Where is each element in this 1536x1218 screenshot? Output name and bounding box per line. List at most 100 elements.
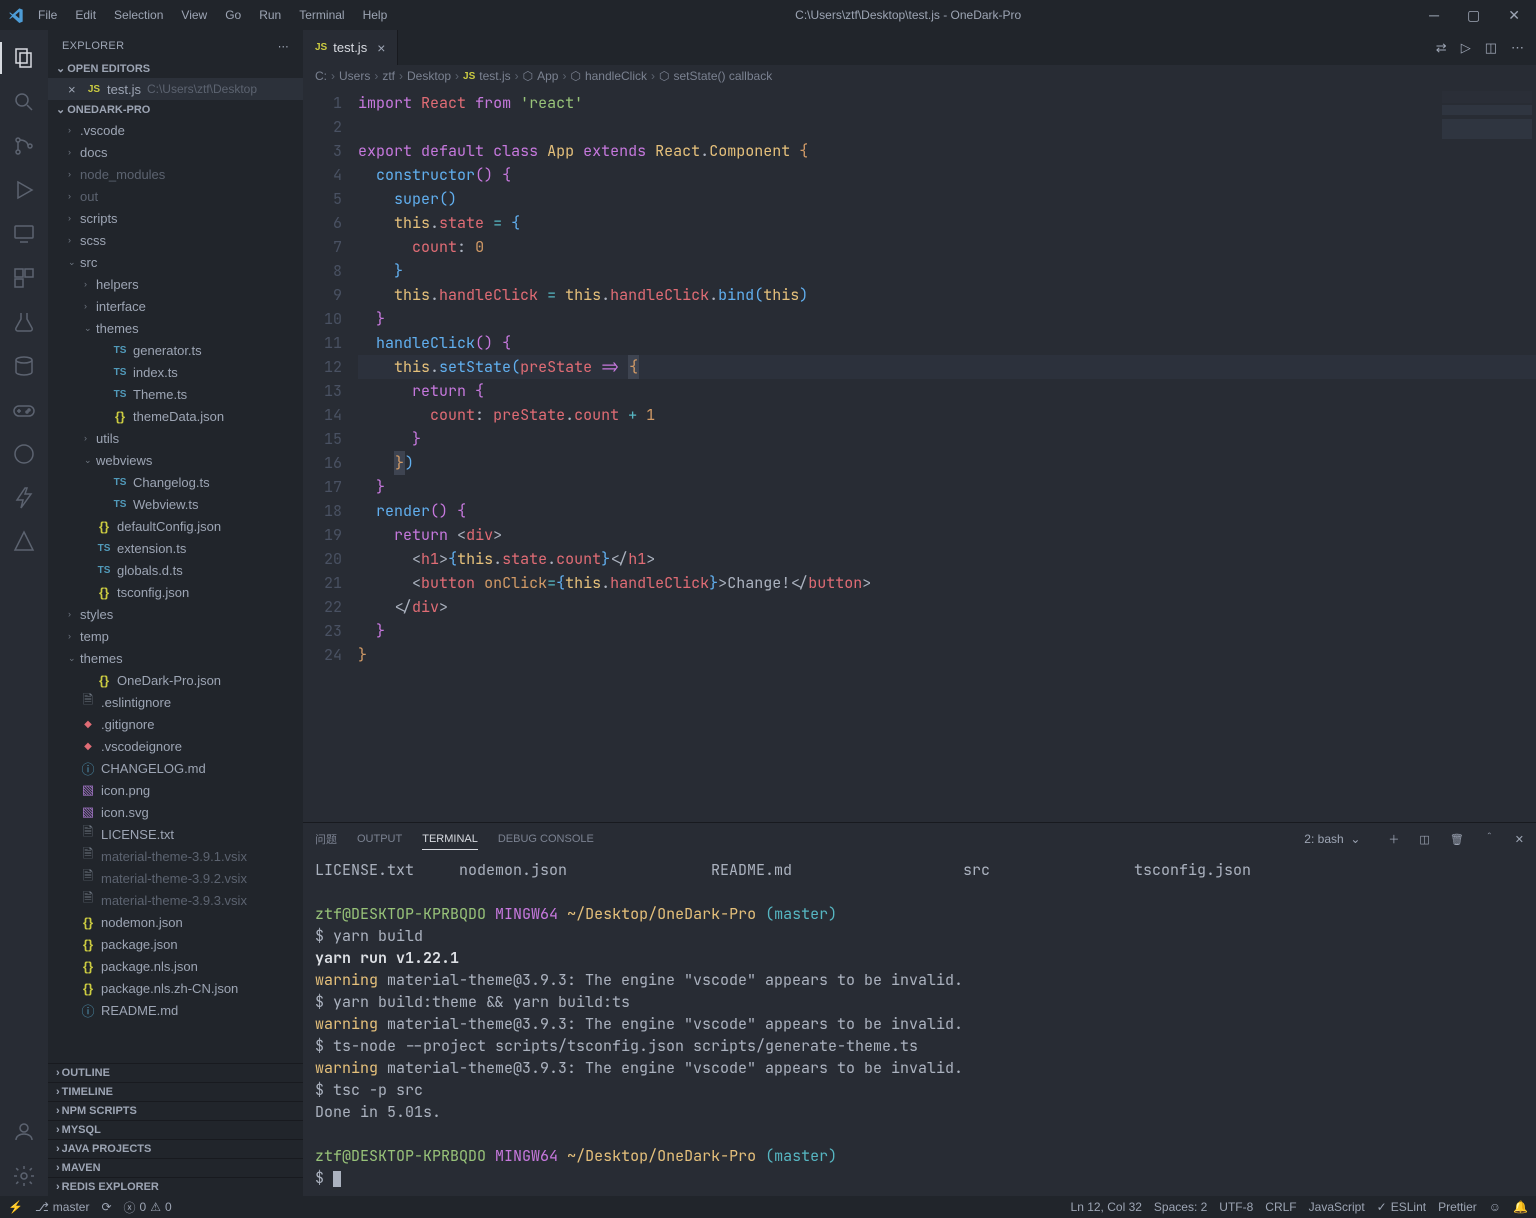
activity-azure[interactable] xyxy=(0,522,48,562)
file-item[interactable]: {}package.nls.zh-CN.json xyxy=(48,977,303,999)
activity-edge[interactable] xyxy=(0,434,48,474)
compare-changes-icon[interactable]: ⇄ xyxy=(1436,40,1447,56)
status-branch[interactable]: ⎇ master xyxy=(35,1200,90,1214)
status-prettier[interactable]: Prettier xyxy=(1438,1200,1477,1214)
collapsed-panel[interactable]: ›TIMELINE xyxy=(48,1082,303,1101)
collapsed-panel[interactable]: ›MYSQL xyxy=(48,1120,303,1139)
folder-item[interactable]: ⌄webviews xyxy=(48,449,303,471)
editor[interactable]: 123456789101112131415161718192021222324 … xyxy=(303,87,1536,822)
menu-selection[interactable]: Selection xyxy=(106,4,171,26)
activity-explorer[interactable] xyxy=(0,38,48,78)
folder-item[interactable]: ›scss xyxy=(48,229,303,251)
terminal-content[interactable]: LICENSE.txt nodemon.json README.md src t… xyxy=(303,855,1536,1196)
activity-scm[interactable] xyxy=(0,126,48,166)
folder-item[interactable]: ›.vscode xyxy=(48,119,303,141)
file-item[interactable]: {}tsconfig.json xyxy=(48,581,303,603)
collapsed-panel[interactable]: ›REDIS EXPLORER xyxy=(48,1177,303,1196)
tab-close-icon[interactable]: × xyxy=(377,40,385,56)
collapsed-panel[interactable]: ›NPM SCRIPTS xyxy=(48,1101,303,1120)
folder-item[interactable]: ⌄src xyxy=(48,251,303,273)
file-item[interactable]: {}package.nls.json xyxy=(48,955,303,977)
file-item[interactable]: ▧icon.png xyxy=(48,779,303,801)
activity-search[interactable] xyxy=(0,82,48,122)
menu-view[interactable]: View xyxy=(173,4,215,26)
file-item[interactable]: ◆.vscodeignore xyxy=(48,735,303,757)
file-item[interactable]: ▧icon.svg xyxy=(48,801,303,823)
status-bell-icon[interactable]: 🔔 xyxy=(1513,1200,1528,1214)
code-area[interactable]: import React from 'react'export default … xyxy=(358,87,1536,822)
status-feedback-icon[interactable]: ☺ xyxy=(1489,1200,1501,1214)
menu-help[interactable]: Help xyxy=(355,4,396,26)
file-item[interactable]: TSextension.ts xyxy=(48,537,303,559)
file-item[interactable]: 🗎.eslintignore xyxy=(48,691,303,713)
editor-tab-testjs[interactable]: JS test.js × xyxy=(303,30,398,65)
file-item[interactable]: {}nodemon.json xyxy=(48,911,303,933)
folder-item[interactable]: ›utils xyxy=(48,427,303,449)
status-problems[interactable]: ⓧ 0 ⚠ 0 xyxy=(124,1199,172,1216)
folder-item[interactable]: ›node_modules xyxy=(48,163,303,185)
activity-test[interactable] xyxy=(0,302,48,342)
file-item[interactable]: TSgenerator.ts xyxy=(48,339,303,361)
file-item[interactable]: {}defaultConfig.json xyxy=(48,515,303,537)
collapsed-panel[interactable]: ›MAVEN xyxy=(48,1158,303,1177)
close-editor-icon[interactable]: × xyxy=(68,82,84,97)
split-editor-icon[interactable]: ◫ xyxy=(1485,40,1497,56)
activity-lightning[interactable] xyxy=(0,478,48,518)
status-sync[interactable]: ⟳ xyxy=(101,1200,111,1214)
folder-item[interactable]: ›temp xyxy=(48,625,303,647)
maximize-panel-icon[interactable]: ＾ xyxy=(1484,831,1495,847)
file-item[interactable]: TSChangelog.ts xyxy=(48,471,303,493)
panel-tab-terminal[interactable]: TERMINAL xyxy=(422,829,478,850)
menu-edit[interactable]: Edit xyxy=(67,4,104,26)
close-panel-icon[interactable]: ✕ xyxy=(1515,833,1524,846)
menu-terminal[interactable]: Terminal xyxy=(291,4,352,26)
collapsed-panel[interactable]: ›OUTLINE xyxy=(48,1063,303,1082)
file-item[interactable]: ⓘREADME.md xyxy=(48,999,303,1021)
minimize-button[interactable]: ─ xyxy=(1421,3,1447,28)
menu-run[interactable]: Run xyxy=(251,4,289,26)
collapsed-panel[interactable]: ›JAVA PROJECTS xyxy=(48,1139,303,1158)
status-spaces[interactable]: Spaces: 2 xyxy=(1154,1200,1207,1214)
folder-item[interactable]: ⌄themes xyxy=(48,317,303,339)
file-item[interactable]: TSWebview.ts xyxy=(48,493,303,515)
more-actions-icon[interactable]: ⋯ xyxy=(1511,40,1524,56)
panel-tab-output[interactable]: OUTPUT xyxy=(357,829,402,849)
kill-terminal-icon[interactable]: 🗑 xyxy=(1450,833,1464,846)
activity-extensions[interactable] xyxy=(0,258,48,298)
open-editor-item[interactable]: × JS test.js C:\Users\ztf\Desktop xyxy=(48,78,303,100)
file-item[interactable]: 🗎material-theme-3.9.2.vsix xyxy=(48,867,303,889)
folder-item[interactable]: ⌄themes xyxy=(48,647,303,669)
folder-item[interactable]: ›docs xyxy=(48,141,303,163)
status-eol[interactable]: CRLF xyxy=(1265,1200,1296,1214)
breadcrumbs[interactable]: C:› Users› ztf› Desktop› JS test.js› ⬡ A… xyxy=(303,65,1536,87)
activity-db[interactable] xyxy=(0,346,48,386)
terminal-select[interactable]: 2: bash ⌄ xyxy=(1296,830,1368,848)
file-item[interactable]: TSindex.ts xyxy=(48,361,303,383)
file-item[interactable]: 🗎LICENSE.txt xyxy=(48,823,303,845)
status-lncol[interactable]: Ln 12, Col 32 xyxy=(1071,1200,1142,1214)
folder-item[interactable]: ›out xyxy=(48,185,303,207)
explorer-more-icon[interactable]: ⋯ xyxy=(278,40,289,53)
folder-item[interactable]: ›interface xyxy=(48,295,303,317)
status-remote[interactable]: ⚡ xyxy=(8,1200,23,1214)
menu-file[interactable]: File xyxy=(30,4,65,26)
split-terminal-icon[interactable]: ◫ xyxy=(1419,833,1429,846)
file-item[interactable]: 🗎material-theme-3.9.1.vsix xyxy=(48,845,303,867)
file-item[interactable]: {}OneDark-Pro.json xyxy=(48,669,303,691)
folder-item[interactable]: ›styles xyxy=(48,603,303,625)
folder-item[interactable]: ›helpers xyxy=(48,273,303,295)
run-icon[interactable]: ▷ xyxy=(1461,40,1471,56)
status-eslint[interactable]: ✓ ESLint xyxy=(1377,1200,1426,1214)
panel-tab-problems[interactable]: 问题 xyxy=(315,827,337,851)
activity-game[interactable] xyxy=(0,390,48,430)
activity-account[interactable] xyxy=(0,1112,48,1152)
status-language[interactable]: JavaScript xyxy=(1309,1200,1365,1214)
activity-debug[interactable] xyxy=(0,170,48,210)
folder-item[interactable]: ›scripts xyxy=(48,207,303,229)
new-terminal-icon[interactable]: ＋ xyxy=(1388,831,1399,847)
file-item[interactable]: {}package.json xyxy=(48,933,303,955)
activity-remote[interactable] xyxy=(0,214,48,254)
file-item[interactable]: 🗎material-theme-3.9.3.vsix xyxy=(48,889,303,911)
file-item[interactable]: {}themeData.json xyxy=(48,405,303,427)
file-item[interactable]: ◆.gitignore xyxy=(48,713,303,735)
